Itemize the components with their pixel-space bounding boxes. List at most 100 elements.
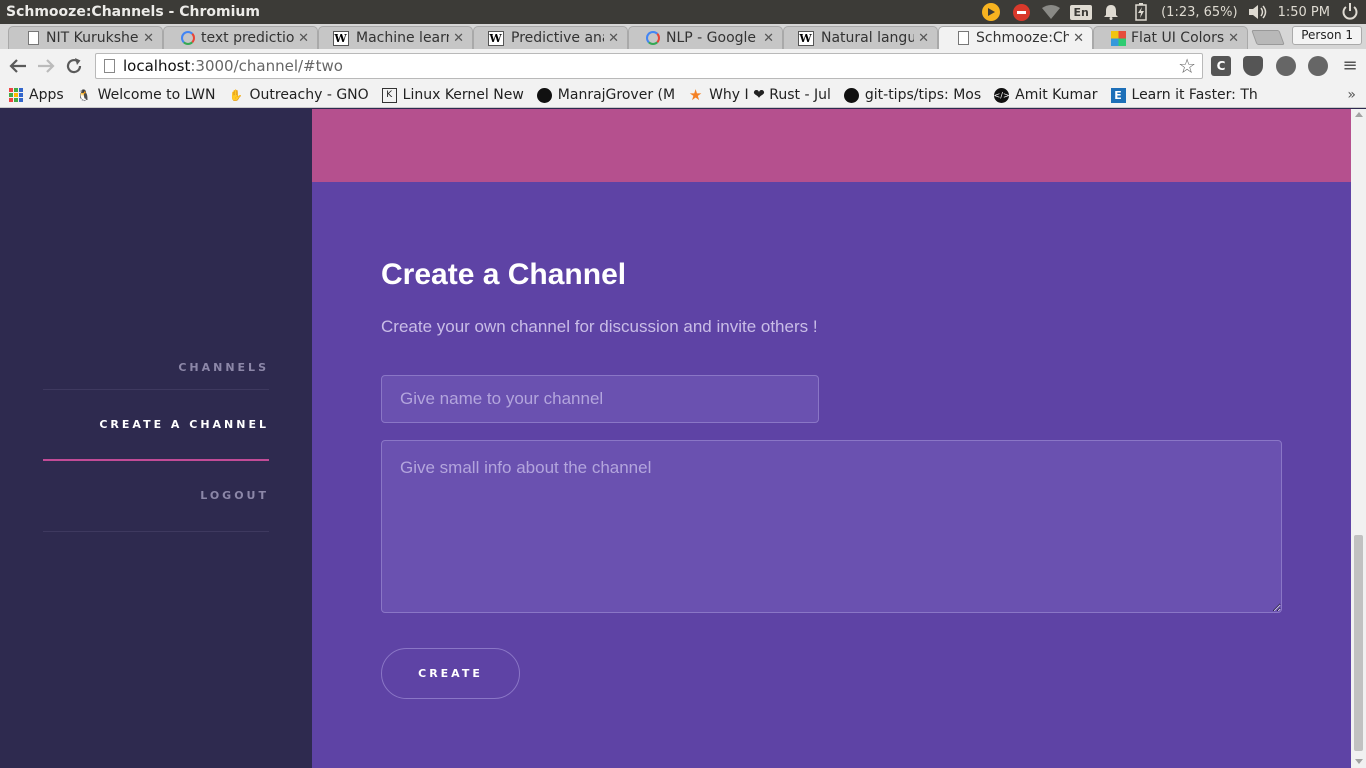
- volume-icon[interactable]: [1248, 2, 1268, 22]
- os-top-bar: Schmooze:Channels - Chromium En (1:23, 6…: [0, 0, 1366, 24]
- close-icon[interactable]: ✕: [608, 31, 619, 46]
- kernelnewbies-icon: K: [381, 87, 397, 103]
- sidebar-item-channels[interactable]: CHANNELS: [43, 348, 269, 390]
- forward-icon[interactable]: [32, 52, 60, 80]
- battery-status: (1:23, 65%): [1161, 4, 1238, 20]
- scrollbar[interactable]: [1351, 109, 1366, 768]
- new-tab-button[interactable]: [1251, 30, 1285, 45]
- url-host: localhost: [123, 57, 191, 75]
- sidebar-item-logout[interactable]: LOGOUT: [43, 461, 269, 532]
- scroll-up-icon[interactable]: [1355, 112, 1363, 117]
- tux-icon: 🐧: [77, 88, 91, 102]
- tab[interactable]: NIT Kurukshetr ✕: [8, 26, 163, 49]
- close-icon[interactable]: ✕: [918, 31, 929, 46]
- power-icon[interactable]: [1340, 2, 1360, 22]
- code-icon: </>: [994, 87, 1010, 103]
- wifi-icon[interactable]: [1041, 2, 1061, 22]
- bookmark-label: Linux Kernel New: [402, 87, 524, 103]
- scroll-down-icon[interactable]: [1355, 759, 1363, 764]
- bookmark-item[interactable]: ManrajGrover (M: [536, 87, 676, 103]
- tab-title: text prediction: [201, 30, 295, 46]
- close-icon[interactable]: ✕: [763, 31, 774, 46]
- main-content: Create a Channel Create your own channel…: [312, 109, 1351, 768]
- bookmark-label: Amit Kumar: [1015, 87, 1098, 103]
- learnit-icon: E: [1110, 87, 1126, 103]
- bookmark-item[interactable]: ✋ Outreachy - GNO: [228, 87, 369, 103]
- google-icon: [180, 30, 196, 46]
- url-path: :3000/channel/#two: [190, 57, 343, 75]
- reload-icon[interactable]: [60, 52, 88, 80]
- page-title: Create a Channel: [381, 258, 627, 291]
- keyboard-icon[interactable]: En: [1070, 2, 1092, 22]
- tab[interactable]: W Natural langua ✕: [783, 26, 938, 49]
- tab-title: Flat UI Colors -: [1131, 30, 1225, 46]
- gnome-icon: ✋: [229, 88, 243, 102]
- doc-icon: [25, 30, 41, 46]
- header-banner: [312, 109, 1351, 182]
- wikipedia-icon: W: [797, 30, 814, 46]
- close-icon[interactable]: ✕: [143, 31, 154, 46]
- wikipedia-icon: W: [487, 30, 504, 46]
- channel-info-textarea[interactable]: [381, 440, 1282, 613]
- tab[interactable]: W Machine learni ✕: [318, 26, 473, 49]
- tab[interactable]: W Predictive anal ✕: [473, 26, 628, 49]
- address-bar[interactable]: localhost:3000/channel/#two ☆: [95, 53, 1203, 79]
- extension-c-icon[interactable]: C: [1211, 56, 1231, 76]
- doc-icon: [955, 30, 971, 46]
- bookmark-item[interactable]: K Linux Kernel New: [381, 87, 524, 103]
- github-icon: [536, 87, 552, 103]
- bookmark-label: Learn it Faster: Th: [1131, 87, 1258, 103]
- tab-title: NIT Kurukshetr: [46, 30, 139, 46]
- tab-title: NLP - Google S: [666, 30, 760, 46]
- github-icon: [843, 87, 859, 103]
- page-viewport: CHANNELS CREATE A CHANNEL LOGOUT Create …: [0, 109, 1366, 768]
- sidebar-nav: CHANNELS CREATE A CHANNEL LOGOUT: [43, 348, 269, 532]
- wikipedia-icon: W: [332, 30, 349, 46]
- extension-circle-icon[interactable]: [1276, 56, 1296, 76]
- clock[interactable]: 1:50 PM: [1278, 5, 1330, 20]
- pocket-icon[interactable]: [1243, 56, 1263, 76]
- sidebar-item-create-channel[interactable]: CREATE A CHANNEL: [43, 390, 269, 461]
- bell-icon[interactable]: [1101, 2, 1121, 22]
- bookmark-apps[interactable]: Apps: [8, 87, 64, 103]
- create-button[interactable]: CREATE: [381, 648, 520, 699]
- bookmark-label: Outreachy - GNO: [249, 87, 369, 103]
- bookmark-label: ManrajGrover (M: [557, 87, 676, 103]
- bookmark-label: git-tips/tips: Mos: [864, 87, 982, 103]
- bookmark-item[interactable]: git-tips/tips: Mos: [843, 87, 982, 103]
- os-indicators: En (1:23, 65%) 1:50 PM: [981, 2, 1366, 22]
- close-icon[interactable]: ✕: [1073, 31, 1084, 46]
- tab[interactable]: NLP - Google S ✕: [628, 26, 783, 49]
- battery-icon[interactable]: [1131, 2, 1151, 22]
- extension-circle-icon[interactable]: [1308, 56, 1328, 76]
- window-title: Schmooze:Channels - Chromium: [6, 4, 260, 20]
- bookmark-item[interactable]: ★ Why I ❤ Rust - Jul: [688, 86, 831, 104]
- close-icon[interactable]: ✕: [298, 31, 309, 46]
- bookmark-star-icon[interactable]: ☆: [1178, 54, 1196, 78]
- tab-title: Machine learni: [356, 30, 450, 46]
- back-icon[interactable]: [4, 52, 32, 80]
- apps-icon: [8, 88, 23, 103]
- chrome-icon[interactable]: [981, 2, 1001, 22]
- close-icon[interactable]: ✕: [1228, 31, 1239, 46]
- page-icon: [104, 59, 115, 73]
- google-icon: [645, 30, 661, 46]
- bookmarks-bar: Apps 🐧 Welcome to LWN ✋ Outreachy - GNO …: [0, 83, 1366, 108]
- tab[interactable]: text prediction ✕: [163, 26, 318, 49]
- bookmark-item[interactable]: E Learn it Faster: Th: [1110, 87, 1258, 103]
- flatui-icon: [1110, 30, 1126, 46]
- bookmark-label: Welcome to LWN: [97, 87, 216, 103]
- page-subtitle: Create your own channel for discussion a…: [381, 317, 818, 336]
- tab[interactable]: Flat UI Colors - ✕: [1093, 26, 1248, 49]
- menu-icon[interactable]: ≡: [1340, 55, 1360, 76]
- channel-name-input[interactable]: [381, 375, 819, 423]
- profile-button[interactable]: Person 1: [1292, 26, 1362, 45]
- stop-icon[interactable]: [1011, 2, 1031, 22]
- bookmark-item[interactable]: </> Amit Kumar: [994, 87, 1098, 103]
- close-icon[interactable]: ✕: [453, 31, 464, 46]
- bookmark-label: Apps: [29, 87, 64, 103]
- chevron-right-icon[interactable]: »: [1347, 87, 1356, 103]
- tab-active[interactable]: Schmooze:Cha ✕: [938, 26, 1093, 49]
- scrollbar-thumb[interactable]: [1354, 535, 1363, 751]
- bookmark-item[interactable]: 🐧 Welcome to LWN: [77, 87, 216, 103]
